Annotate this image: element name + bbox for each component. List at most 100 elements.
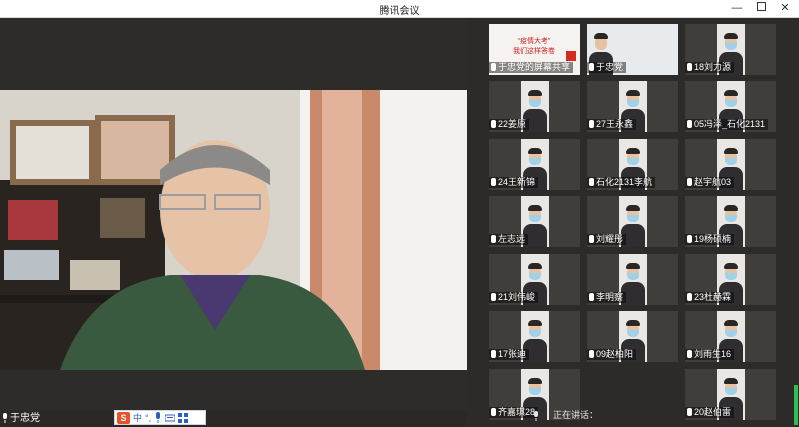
face-mask — [528, 215, 541, 222]
participant-hair — [723, 148, 738, 154]
participant-name-label: 23杜赫霖 — [685, 292, 735, 303]
ime-toolbar[interactable]: S 中 °, — [114, 410, 206, 425]
participant-name: 22姜原 — [498, 119, 527, 129]
participant-name: 24王新锦 — [498, 177, 536, 187]
participant-name: 09赵柏阳 — [596, 349, 634, 359]
participant-tile[interactable]: 09赵柏阳 — [587, 311, 678, 362]
participant-tile[interactable]: 刘耀彤 — [587, 196, 678, 247]
microphone-icon — [534, 410, 538, 421]
participant-hair — [527, 90, 542, 96]
microphone-icon — [491, 293, 496, 301]
participant-hair — [723, 90, 738, 96]
participant-hair — [723, 263, 738, 269]
face-mask — [528, 388, 541, 395]
face-mask — [626, 273, 639, 280]
face-mask — [626, 158, 639, 165]
participant-name: 05冯泽_石化2131 — [694, 119, 766, 129]
participant-hair — [723, 320, 738, 326]
voice-input-icon[interactable] — [154, 412, 162, 423]
microphone-icon — [589, 120, 594, 128]
speaker-camera-feed — [0, 90, 467, 370]
punctuation-icon[interactable]: °, — [145, 412, 151, 424]
face-mask — [626, 100, 639, 107]
participant-tile[interactable]: 24王新锦 — [489, 139, 580, 190]
participant-tile[interactable]: “疫情大考” 我们这样答卷 于忠党的屏幕共享 — [489, 24, 580, 75]
participant-hair — [723, 33, 738, 39]
participant-name: 21刘伟峻 — [498, 292, 536, 302]
microphone-icon — [687, 178, 692, 186]
participant-hair — [625, 90, 640, 96]
microphone-icon — [491, 120, 496, 128]
participant-name: 于忠党的屏幕共享 — [498, 62, 571, 72]
participant-name-label: 于忠党 — [587, 62, 627, 73]
participant-tile[interactable]: 19杨硕楠 — [685, 196, 776, 247]
participant-name: 齐嘉琪28 — [498, 407, 536, 417]
microphone-icon — [687, 408, 692, 416]
participant-name: 27王永鑫 — [596, 119, 634, 129]
participant-name-label: 石化2131李航 — [587, 177, 656, 188]
participant-tile[interactable]: 石化2131李航 — [587, 139, 678, 190]
title-bar: 腾讯会议 — ✕ — [0, 0, 799, 18]
participant-name: 18刘力源 — [694, 62, 732, 72]
participant-name-label: 22姜原 — [489, 119, 530, 130]
flag-icon — [566, 51, 576, 61]
participant-name: 于忠党 — [596, 62, 624, 72]
participant-hair — [625, 205, 640, 211]
face-mask — [724, 273, 737, 280]
participant-name-label: 21刘伟峻 — [489, 292, 539, 303]
microphone-icon — [491, 408, 496, 416]
close-button[interactable]: ✕ — [774, 0, 796, 17]
participant-tile[interactable]: 于忠党 — [587, 24, 678, 75]
participant-tile[interactable]: 18刘力源 — [685, 24, 776, 75]
ime-logo-icon[interactable]: S — [117, 411, 130, 424]
speaker-image — [0, 90, 467, 370]
participant-tile[interactable]: 刘雨生16 — [685, 311, 776, 362]
microphone-icon — [589, 63, 594, 71]
participant-name-label: 24王新锦 — [489, 177, 539, 188]
participant-name-label: 齐嘉琪28 — [489, 407, 539, 418]
face-mask — [528, 158, 541, 165]
participant-tile[interactable]: 27王永鑫 — [587, 81, 678, 132]
participant-name: 20赵伯雷 — [694, 407, 732, 417]
microphone-icon — [3, 413, 7, 424]
minimize-button[interactable]: — — [726, 0, 748, 17]
participant-name-label: 刘雨生16 — [685, 349, 735, 360]
microphone-icon — [687, 63, 692, 71]
participant-name-label: 20赵伯雷 — [685, 407, 735, 418]
maximize-button[interactable] — [750, 0, 772, 17]
microphone-icon — [589, 178, 594, 186]
microphone-icon — [491, 63, 496, 71]
participant-name-label: 27王永鑫 — [587, 119, 637, 130]
participant-tile[interactable]: 20赵伯雷 — [685, 369, 776, 420]
participant-hair — [527, 263, 542, 269]
participant-tile[interactable]: 17张迪 — [489, 311, 580, 362]
window-title: 腾讯会议 — [379, 6, 420, 17]
participant-tile[interactable]: 左志远 — [489, 196, 580, 247]
participant-tile[interactable]: 21刘伟峻 — [489, 254, 580, 305]
maximize-icon — [756, 2, 766, 11]
participant-name-label: 李明察 — [587, 292, 627, 303]
participant-tile[interactable]: 05冯泽_石化2131 — [685, 81, 776, 132]
participant-name: 赵宇航03 — [694, 177, 732, 187]
participant-tile[interactable]: 22姜原 — [489, 81, 580, 132]
microphone-icon — [589, 350, 594, 358]
participant-hair — [625, 320, 640, 326]
face-mask — [724, 43, 737, 50]
face-mask — [724, 158, 737, 165]
share-line: 我们这样答卷 — [513, 48, 555, 55]
participant-tile[interactable] — [587, 369, 678, 420]
participant-name-label: 19杨硕楠 — [685, 234, 735, 245]
face-mask — [528, 100, 541, 107]
ime-mode-toggle[interactable]: 中 — [133, 412, 142, 424]
participant-hair — [527, 205, 542, 211]
main-speaker-video[interactable] — [0, 18, 467, 410]
participant-tile[interactable]: 李明察 — [587, 254, 678, 305]
participant-name: 左志远 — [498, 234, 526, 244]
participant-tile[interactable]: 23杜赫霖 — [685, 254, 776, 305]
face-mask — [626, 330, 639, 337]
skin-icon[interactable] — [178, 412, 189, 423]
participant-tile[interactable]: 赵宇航03 — [685, 139, 776, 190]
keyboard-icon[interactable] — [165, 413, 176, 423]
gallery-scrollbar[interactable] — [794, 385, 798, 425]
participant-name: 刘耀彤 — [596, 234, 624, 244]
